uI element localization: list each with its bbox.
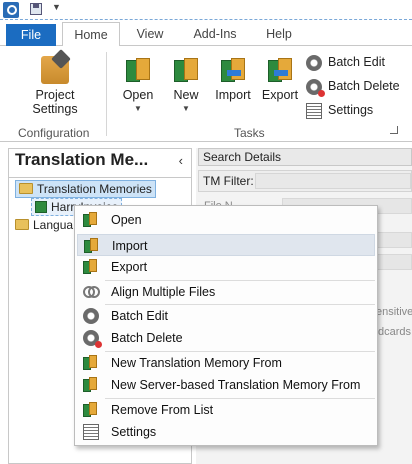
menu-item-label: Remove From List (111, 403, 214, 417)
folder-icon (15, 219, 29, 230)
case-sensitive-label: ensitive (376, 306, 412, 318)
open-button[interactable]: Open ▼ (118, 56, 158, 113)
settings-icon (83, 424, 99, 440)
menu-item-settings[interactable]: Settings (77, 421, 375, 443)
export-icon (83, 259, 99, 275)
search-details-header: Search Details (198, 148, 412, 166)
ribbon: Project Settings Configuration Open ▼ Ne… (0, 46, 412, 142)
menu-item-batch-delete[interactable]: Batch Delete (77, 327, 375, 349)
new-dropdown-icon: ▼ (182, 104, 190, 113)
new-button[interactable]: New ▼ (166, 56, 206, 113)
tree-node-label: Translation Memories (37, 182, 152, 196)
app-icon[interactable] (3, 2, 19, 18)
menu-item-export[interactable]: Export (77, 256, 375, 278)
pane-title: Translation Me... (15, 150, 149, 169)
settings-label: Settings (328, 103, 374, 117)
new-tm-icon (83, 355, 99, 371)
menu-item-open[interactable]: Open (77, 209, 375, 231)
gear-delete-icon (306, 79, 325, 97)
tm-icon (35, 201, 47, 213)
menu-item-label: Open (111, 213, 142, 227)
gear-icon (306, 55, 322, 71)
tm-filter-label: TM Filter: (203, 174, 254, 188)
dialog-launcher-icon[interactable] (390, 126, 398, 134)
tab-add-ins[interactable]: Add-Ins (180, 22, 250, 46)
project-settings-label-1: Project (35, 88, 75, 102)
import-label: Import (215, 88, 251, 102)
menu-item-label: Settings (111, 425, 157, 439)
open-dropdown-icon: ▼ (134, 104, 142, 113)
folder-icon (19, 183, 33, 194)
tab-file[interactable]: File (6, 24, 56, 46)
menu-item-batch-edit[interactable]: Batch Edit (77, 305, 375, 327)
menu-item-label: Batch Edit (111, 309, 168, 323)
menu-item-label: New Server-based Translation Memory From (111, 378, 361, 392)
new-server-tm-icon (83, 377, 99, 393)
open-tm-icon (124, 56, 152, 84)
batch-edit-label: Batch Edit (328, 55, 385, 69)
ribbon-tabs: File Home View Add-Ins Help (0, 20, 412, 47)
tab-home[interactable]: Home (62, 22, 120, 47)
project-settings-icon (41, 56, 69, 84)
menu-item-label: Export (111, 260, 148, 274)
batch-delete-button[interactable]: Batch Delete (306, 77, 400, 97)
menu-item-align-multiple-files[interactable]: Align Multiple Files (77, 281, 375, 303)
export-label: Export (261, 88, 299, 102)
tree-node-label: Langua (33, 218, 74, 232)
import-icon (219, 56, 247, 84)
new-label: New (173, 88, 199, 102)
tab-help[interactable]: Help (256, 22, 302, 46)
import-icon (84, 238, 100, 254)
group-label-configuration: Configuration (18, 126, 90, 140)
group-separator (106, 52, 107, 136)
menu-item-label: Batch Delete (111, 331, 183, 345)
settings-button[interactable]: Settings (306, 101, 373, 121)
menu-item-import[interactable]: Import (77, 234, 375, 256)
batch-delete-label: Batch Delete (328, 79, 400, 93)
menu-item-remove-from-list[interactable]: Remove From List (77, 399, 375, 421)
menu-item-label: New Translation Memory From (111, 356, 282, 370)
remove-icon (83, 402, 99, 418)
batch-edit-button[interactable]: Batch Edit (306, 53, 385, 73)
open-tm-icon (83, 212, 99, 228)
group-label-tasks: Tasks (234, 126, 265, 140)
gear-delete-icon (83, 330, 102, 348)
open-label: Open (122, 88, 154, 102)
tree-node-language-resources[interactable]: Langua (15, 217, 73, 235)
menu-item-label: Import (112, 239, 148, 253)
menu-item-new-tm-from[interactable]: New Translation Memory From (77, 352, 375, 374)
customize-dropdown-icon[interactable]: ▼ (52, 2, 61, 12)
save-icon[interactable] (30, 3, 42, 15)
menu-item-label: Align Multiple Files (111, 285, 216, 299)
tab-view[interactable]: View (126, 22, 174, 46)
collapse-pane-icon[interactable]: ‹ (179, 153, 183, 168)
tm-filter-input[interactable] (255, 173, 411, 189)
tm-filter-row: TM Filter: (198, 170, 412, 192)
export-button[interactable]: Export (260, 56, 300, 102)
tree-node-translation-memories[interactable]: Translation Memories (15, 180, 156, 198)
context-menu: Open Import Export Align Multiple Files … (74, 205, 378, 446)
project-settings-button[interactable]: Project Settings (24, 56, 86, 116)
align-icon (83, 286, 100, 298)
settings-icon (306, 103, 322, 119)
menu-item-new-server-tm-from[interactable]: New Server-based Translation Memory From (77, 374, 375, 396)
project-settings-label-2: Settings (32, 102, 78, 116)
quick-access-toolbar: ▼ (0, 0, 412, 20)
import-button[interactable]: Import (212, 56, 254, 102)
export-icon (266, 56, 294, 84)
new-tm-icon (172, 56, 200, 84)
gear-icon (83, 308, 99, 324)
wildcards-label: dcards (378, 326, 412, 338)
